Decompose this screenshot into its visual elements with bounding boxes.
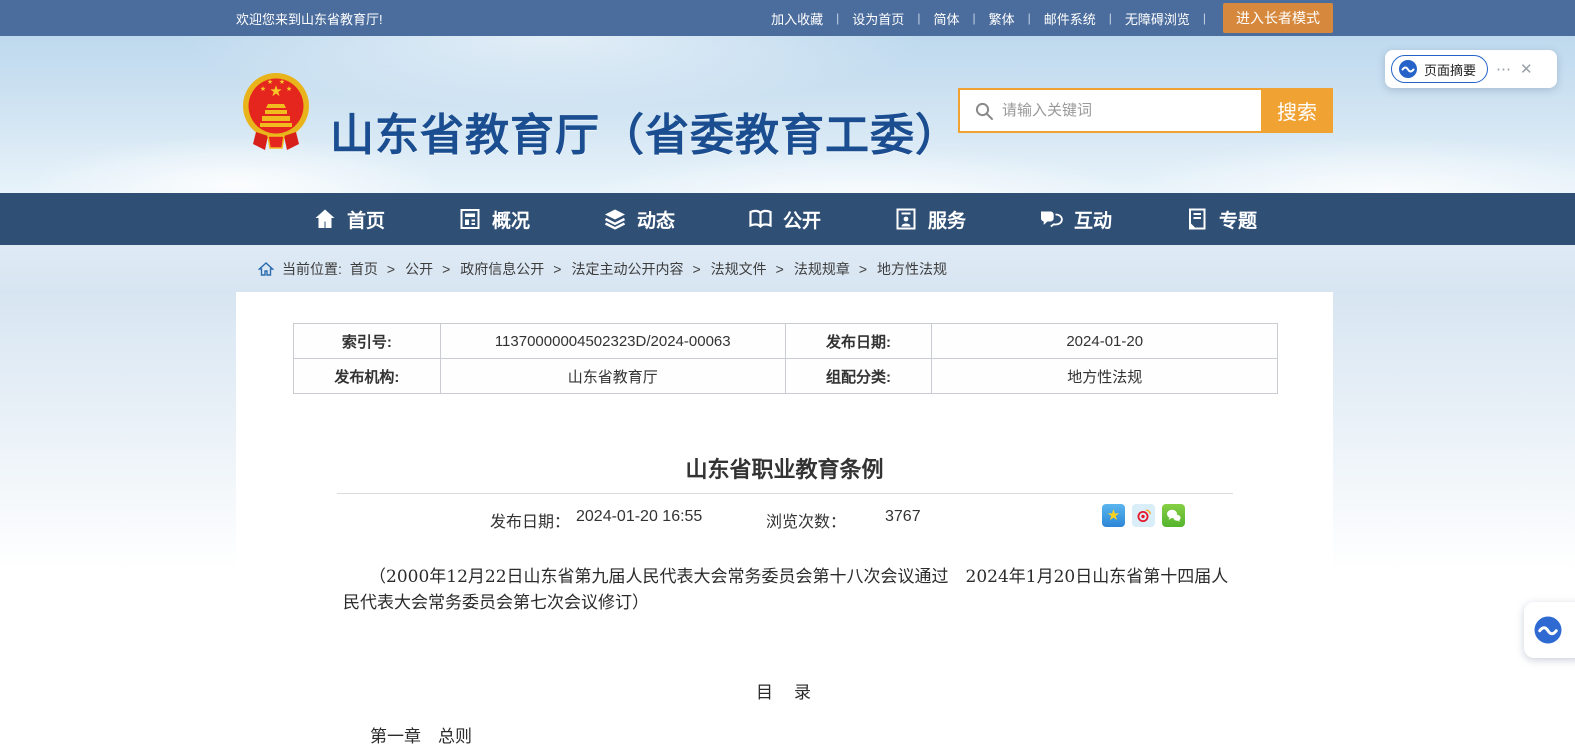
news-icon [602, 206, 628, 232]
breadcrumb-item-regulation-files[interactable]: 法规文件 [711, 259, 767, 279]
search-bar: 搜索 [958, 88, 1333, 133]
overview-icon [457, 206, 483, 232]
publish-date-meta-label: 发布日期： [490, 508, 570, 532]
separator: | [1203, 11, 1206, 25]
svg-text:★: ★ [279, 78, 285, 86]
breadcrumb-item-local-laws[interactable]: 地方性法规 [877, 259, 947, 279]
search-button[interactable]: 搜索 [1261, 88, 1333, 133]
breadcrumb-item-statutory[interactable]: 法定主动公开内容 [571, 259, 683, 279]
separator: | [1109, 11, 1112, 25]
separator: | [972, 11, 975, 25]
weibo-share-icon[interactable] [1132, 504, 1155, 527]
publish-date-meta-value: 2024-01-20 16:55 [576, 508, 702, 526]
home-icon [258, 261, 274, 277]
breadcrumb-prefix: 当前位置: [282, 259, 342, 279]
interaction-icon [1038, 206, 1065, 232]
disclosure-icon [747, 206, 774, 232]
category-value: 地方性法规 [932, 359, 1278, 394]
assistant-logo-icon [1398, 59, 1418, 79]
svg-text:★: ★ [260, 85, 266, 93]
nav-item-home[interactable]: 首页 [312, 206, 385, 233]
page-summary-button[interactable]: 页面摘要 [1391, 55, 1488, 83]
topbar-link-simplified[interactable]: 简体 [933, 9, 959, 28]
close-icon[interactable]: ✕ [1520, 60, 1533, 78]
share-buttons: ★ [1102, 504, 1185, 527]
svg-text:★: ★ [267, 78, 273, 86]
separator: | [1028, 11, 1031, 25]
search-input[interactable] [1002, 90, 1261, 131]
elder-mode-button[interactable]: 进入长者模式 [1223, 3, 1333, 33]
topbar-link-traditional[interactable]: 繁体 [989, 9, 1015, 28]
breadcrumb-strip: 当前位置: 首页> 公开> 政府信息公开> 法定主动公开内容> 法规文件> 法规… [0, 245, 1575, 292]
divider [337, 493, 1233, 494]
topbar-link-mail[interactable]: 邮件系统 [1044, 9, 1096, 28]
national-emblem-logo[interactable]: ★ ★ ★ ★ ★ [240, 66, 312, 158]
index-number-label: 索引号: [294, 324, 441, 359]
separator: | [917, 11, 920, 25]
publish-date-label: 发布日期: [785, 324, 932, 359]
nav-item-topics[interactable]: 专题 [1184, 206, 1257, 233]
article-meta: 发布日期： 2024-01-20 16:55 浏览次数： 3767 ★ [236, 504, 1333, 532]
toc-title: 目 录 [236, 678, 1333, 703]
document-info-table: 索引号: 11370000004502323D/2024-00063 发布日期:… [293, 323, 1278, 394]
topbar-link-set-home[interactable]: 设为首页 [852, 9, 904, 28]
main-navigation: 首页 概况 动态 [0, 193, 1575, 245]
content-panel: 索引号: 11370000004502323D/2024-00063 发布日期:… [236, 292, 1333, 756]
wechat-share-icon[interactable] [1162, 504, 1185, 527]
more-options-icon[interactable]: ⋯ [1496, 60, 1512, 78]
views-label: 浏览次数： [766, 508, 846, 532]
nav-item-overview[interactable]: 概况 [457, 206, 530, 233]
topbar-link-accessibility[interactable]: 无障碍浏览 [1125, 9, 1190, 28]
breadcrumb-item-disclosure[interactable]: 公开 [405, 259, 433, 279]
site-title[interactable]: 山东省教育厅（省委教育工委） [330, 99, 950, 163]
search-icon [960, 101, 1002, 121]
nav-item-disclosure[interactable]: 公开 [747, 206, 821, 233]
nav-item-news[interactable]: 动态 [602, 206, 675, 233]
qzone-share-icon[interactable]: ★ [1102, 504, 1125, 527]
category-label: 组配分类: [785, 359, 932, 394]
top-utility-bar: 欢迎您来到山东省教育厅! 加入收藏 | 设为首页 | 简体 | 繁体 | 邮件系… [0, 0, 1575, 36]
topics-icon [1184, 206, 1210, 232]
publisher-label: 发布机构: [294, 359, 441, 394]
nav-item-services[interactable]: 服务 [893, 206, 966, 233]
topbar-link-favorite[interactable]: 加入收藏 [771, 9, 823, 28]
breadcrumb-item-regulations[interactable]: 法规规章 [794, 259, 850, 279]
breadcrumb-item-home[interactable]: 首页 [350, 259, 378, 279]
service-icon [893, 206, 919, 232]
svg-text:★: ★ [286, 85, 292, 93]
home-icon [312, 206, 338, 232]
publish-date-value: 2024-01-20 [932, 324, 1278, 359]
topbar-links: 加入收藏 | 设为首页 | 简体 | 繁体 | 邮件系统 | 无障碍浏览 | 进… [771, 3, 1333, 33]
toc-item-chapter-1: 第一章 总则 [370, 722, 472, 747]
site-header: ★ ★ ★ ★ ★ 山东省教育厅（省委教育工委） 搜索 [0, 36, 1575, 193]
separator: | [836, 11, 839, 25]
assistant-logo-icon [1533, 615, 1563, 645]
nav-item-interaction[interactable]: 互动 [1038, 206, 1112, 233]
page-summary-widget: 页面摘要 ⋯ ✕ [1385, 50, 1557, 88]
breadcrumb-item-gov-info[interactable]: 政府信息公开 [460, 259, 544, 279]
table-row: 发布机构: 山东省教育厅 组配分类: 地方性法规 [294, 359, 1278, 394]
page-summary-label: 页面摘要 [1424, 60, 1476, 79]
article-paragraph: （2000年12月22日山东省第九届人民代表大会常务委员会第十八次会议通过 20… [343, 564, 1233, 616]
breadcrumb: 当前位置: 首页> 公开> 政府信息公开> 法定主动公开内容> 法规文件> 法规… [258, 245, 947, 292]
article-title: 山东省职业教育条例 [236, 452, 1333, 484]
welcome-text: 欢迎您来到山东省教育厅! [236, 9, 383, 28]
publisher-value: 山东省教育厅 [440, 359, 785, 394]
page: 欢迎您来到山东省教育厅! 加入收藏 | 设为首页 | 简体 | 繁体 | 邮件系… [0, 0, 1575, 756]
views-value: 3767 [885, 508, 921, 526]
table-row: 索引号: 11370000004502323D/2024-00063 发布日期:… [294, 324, 1278, 359]
assistant-float-button[interactable] [1524, 602, 1575, 658]
index-number-value: 11370000004502323D/2024-00063 [440, 324, 785, 359]
